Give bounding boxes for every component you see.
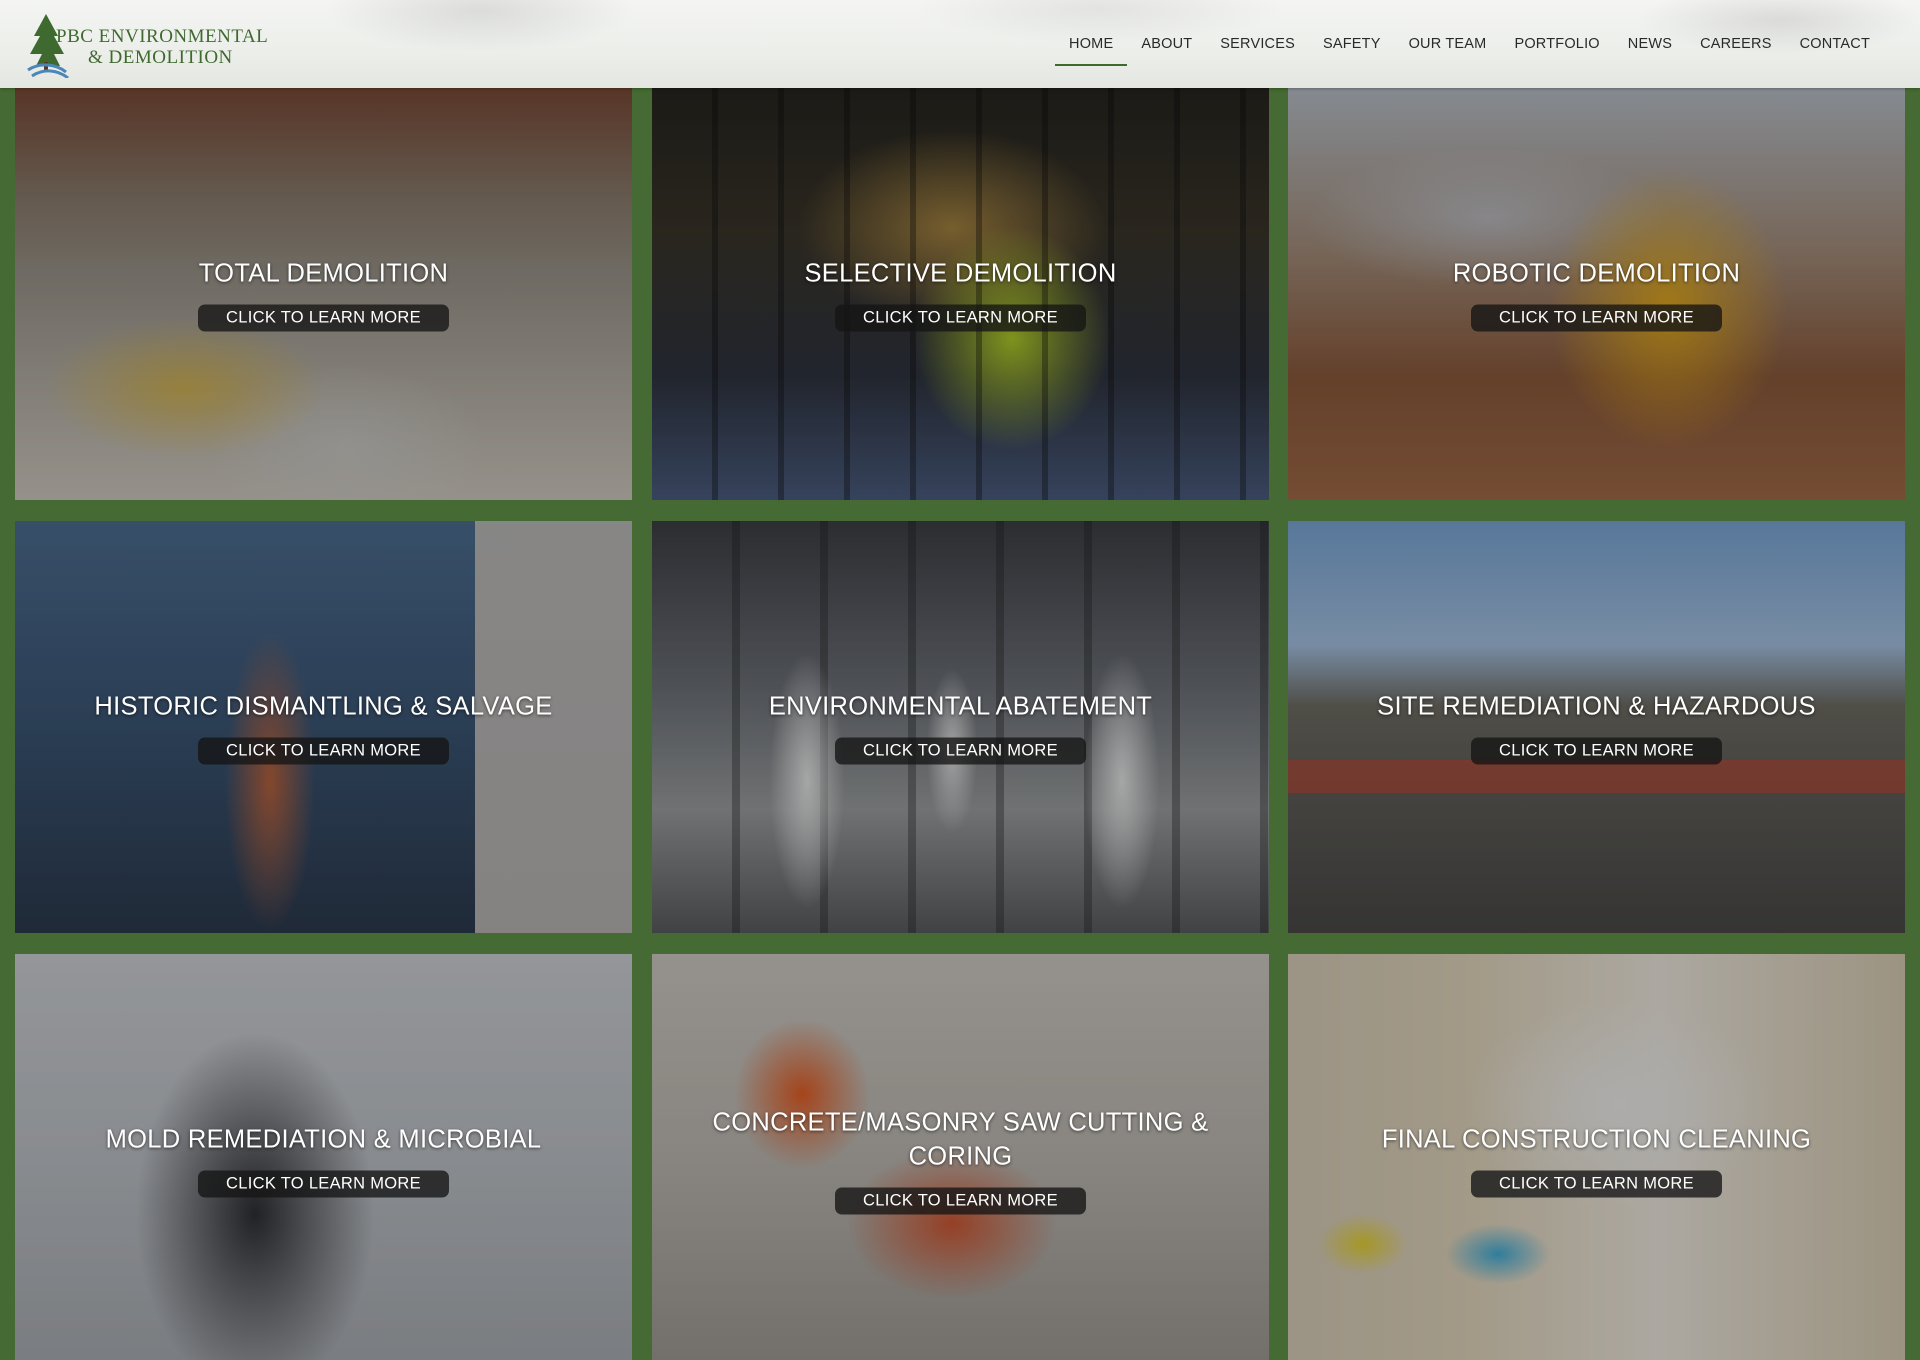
service-tile-mold-remediation[interactable]: MOLD REMEDIATION & MICROBIAL CLICK TO LE… bbox=[15, 954, 632, 1360]
nav-contact[interactable]: CONTACT bbox=[1786, 0, 1884, 88]
tile-title: ROBOTIC DEMOLITION bbox=[1452, 259, 1741, 288]
site-header: PBC ENVIRONMENTAL & DEMOLITION HOME ABOU… bbox=[0, 0, 1920, 88]
service-tile-robotic-demolition[interactable]: ROBOTIC DEMOLITION CLICK TO LEARN MORE bbox=[1288, 88, 1905, 500]
service-tile-site-remediation[interactable]: SITE REMEDIATION & HAZARDOUS CLICK TO LE… bbox=[1288, 521, 1905, 933]
logo-line-1: PBC ENVIRONMENTAL bbox=[56, 26, 269, 47]
tile-title: MOLD REMEDIATION & MICROBIAL bbox=[105, 1125, 542, 1154]
learn-more-button[interactable]: CLICK TO LEARN MORE bbox=[198, 737, 449, 765]
learn-more-button[interactable]: CLICK TO LEARN MORE bbox=[1471, 1170, 1722, 1198]
tile-title: SELECTIVE DEMOLITION bbox=[804, 259, 1117, 288]
learn-more-button[interactable]: CLICK TO LEARN MORE bbox=[835, 304, 1086, 332]
tree-logo-icon bbox=[26, 12, 86, 80]
service-tile-saw-cutting[interactable]: CONCRETE/MASONRY SAW CUTTING & CORING CL… bbox=[652, 954, 1269, 1360]
company-logo[interactable]: PBC ENVIRONMENTAL & DEMOLITION bbox=[26, 10, 286, 80]
logo-line-2: & DEMOLITION bbox=[88, 47, 233, 68]
nav-news[interactable]: NEWS bbox=[1614, 0, 1686, 88]
learn-more-button[interactable]: CLICK TO LEARN MORE bbox=[198, 1170, 449, 1198]
tile-title: CONCRETE/MASONRY SAW CUTTING & CORING bbox=[712, 1108, 1209, 1171]
nav-careers[interactable]: CAREERS bbox=[1686, 0, 1786, 88]
service-tile-historic-dismantling[interactable]: HISTORIC DISMANTLING & SALVAGE CLICK TO … bbox=[15, 521, 632, 933]
nav-about[interactable]: ABOUT bbox=[1127, 0, 1206, 88]
tile-title: TOTAL DEMOLITION bbox=[198, 259, 449, 288]
tile-title: HISTORIC DISMANTLING & SALVAGE bbox=[94, 692, 553, 721]
nav-home[interactable]: HOME bbox=[1055, 0, 1128, 88]
service-tile-selective-demolition[interactable]: SELECTIVE DEMOLITION CLICK TO LEARN MORE bbox=[652, 88, 1269, 500]
main-nav: HOME ABOUT SERVICES SAFETY OUR TEAM PORT… bbox=[1055, 0, 1884, 88]
tile-title: FINAL CONSTRUCTION CLEANING bbox=[1381, 1125, 1812, 1154]
tile-title: ENVIRONMENTAL ABATEMENT bbox=[768, 692, 1153, 721]
service-tile-total-demolition[interactable]: TOTAL DEMOLITION CLICK TO LEARN MORE bbox=[15, 88, 632, 500]
learn-more-button[interactable]: CLICK TO LEARN MORE bbox=[198, 304, 449, 332]
services-grid: TOTAL DEMOLITION CLICK TO LEARN MORE SEL… bbox=[15, 88, 1905, 1360]
nav-portfolio[interactable]: PORTFOLIO bbox=[1500, 0, 1613, 88]
tile-title: SITE REMEDIATION & HAZARDOUS bbox=[1377, 692, 1816, 721]
learn-more-button[interactable]: CLICK TO LEARN MORE bbox=[1471, 737, 1722, 765]
learn-more-button[interactable]: CLICK TO LEARN MORE bbox=[835, 1187, 1086, 1215]
nav-safety[interactable]: SAFETY bbox=[1309, 0, 1395, 88]
learn-more-button[interactable]: CLICK TO LEARN MORE bbox=[835, 737, 1086, 765]
learn-more-button[interactable]: CLICK TO LEARN MORE bbox=[1471, 304, 1722, 332]
nav-our-team[interactable]: OUR TEAM bbox=[1395, 0, 1501, 88]
service-tile-environmental-abatement[interactable]: ENVIRONMENTAL ABATEMENT CLICK TO LEARN M… bbox=[652, 521, 1269, 933]
nav-services[interactable]: SERVICES bbox=[1206, 0, 1309, 88]
service-tile-final-cleaning[interactable]: FINAL CONSTRUCTION CLEANING CLICK TO LEA… bbox=[1288, 954, 1905, 1360]
